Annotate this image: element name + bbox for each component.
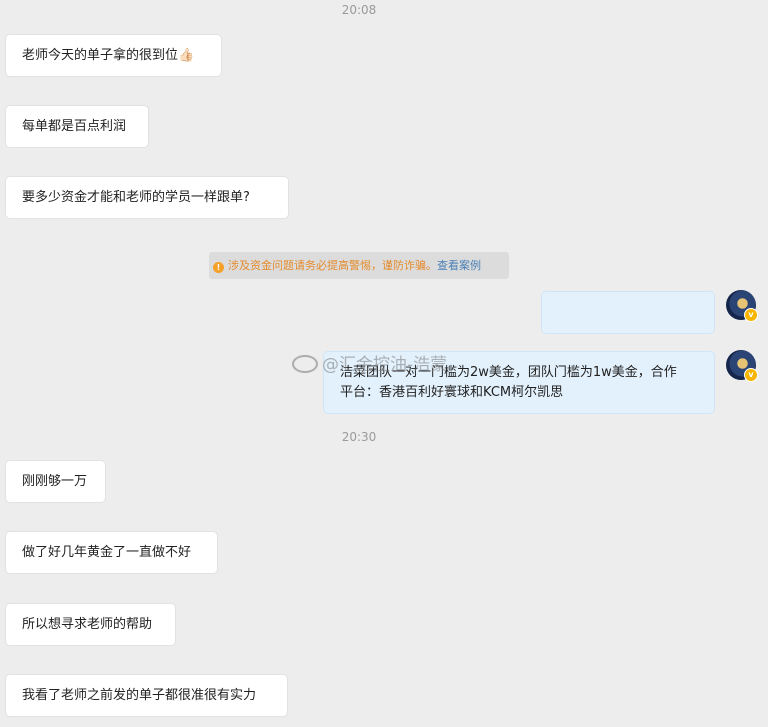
timestamp: 20:30 (341, 430, 377, 444)
message-line: 平台：香港百利好寰球和KCM柯尔凯思 (340, 385, 564, 400)
view-cases-link[interactable]: 查看案例 (437, 259, 481, 272)
outgoing-message-empty[interactable] (541, 291, 715, 334)
timestamp: 20:08 (341, 3, 377, 17)
incoming-message[interactable]: 刚刚够一万 (5, 460, 106, 503)
watermark-text: @汇金控油-浩蒙 (322, 355, 448, 375)
verified-badge-icon: v (744, 368, 758, 382)
incoming-message[interactable]: 所以想寻求老师的帮助 (5, 603, 176, 646)
verified-badge-icon: v (744, 308, 758, 322)
incoming-message[interactable]: 我看了老师之前发的单子都很准很有实力 (5, 674, 288, 717)
incoming-message[interactable]: 老师今天的单子拿的很到位👍🏻 (5, 34, 222, 77)
user-avatar[interactable]: v (726, 350, 758, 382)
incoming-message[interactable]: 每单都是百点利润 (5, 105, 149, 148)
incoming-message[interactable]: 做了好几年黄金了一直做不好 (5, 531, 218, 574)
watermark: @汇金控油-浩蒙 (292, 350, 447, 375)
user-avatar[interactable]: v (726, 290, 758, 322)
incoming-message[interactable]: 要多少资金才能和老师的学员一样跟单? (5, 176, 289, 219)
warning-text: 涉及资金问题请务必提高警惕，谨防诈骗。 (228, 259, 437, 272)
warning-icon: ! (213, 262, 224, 273)
weibo-logo-icon (292, 355, 318, 373)
fraud-warning-notice: ! 涉及资金问题请务必提高警惕，谨防诈骗。查看案例 (209, 252, 509, 279)
